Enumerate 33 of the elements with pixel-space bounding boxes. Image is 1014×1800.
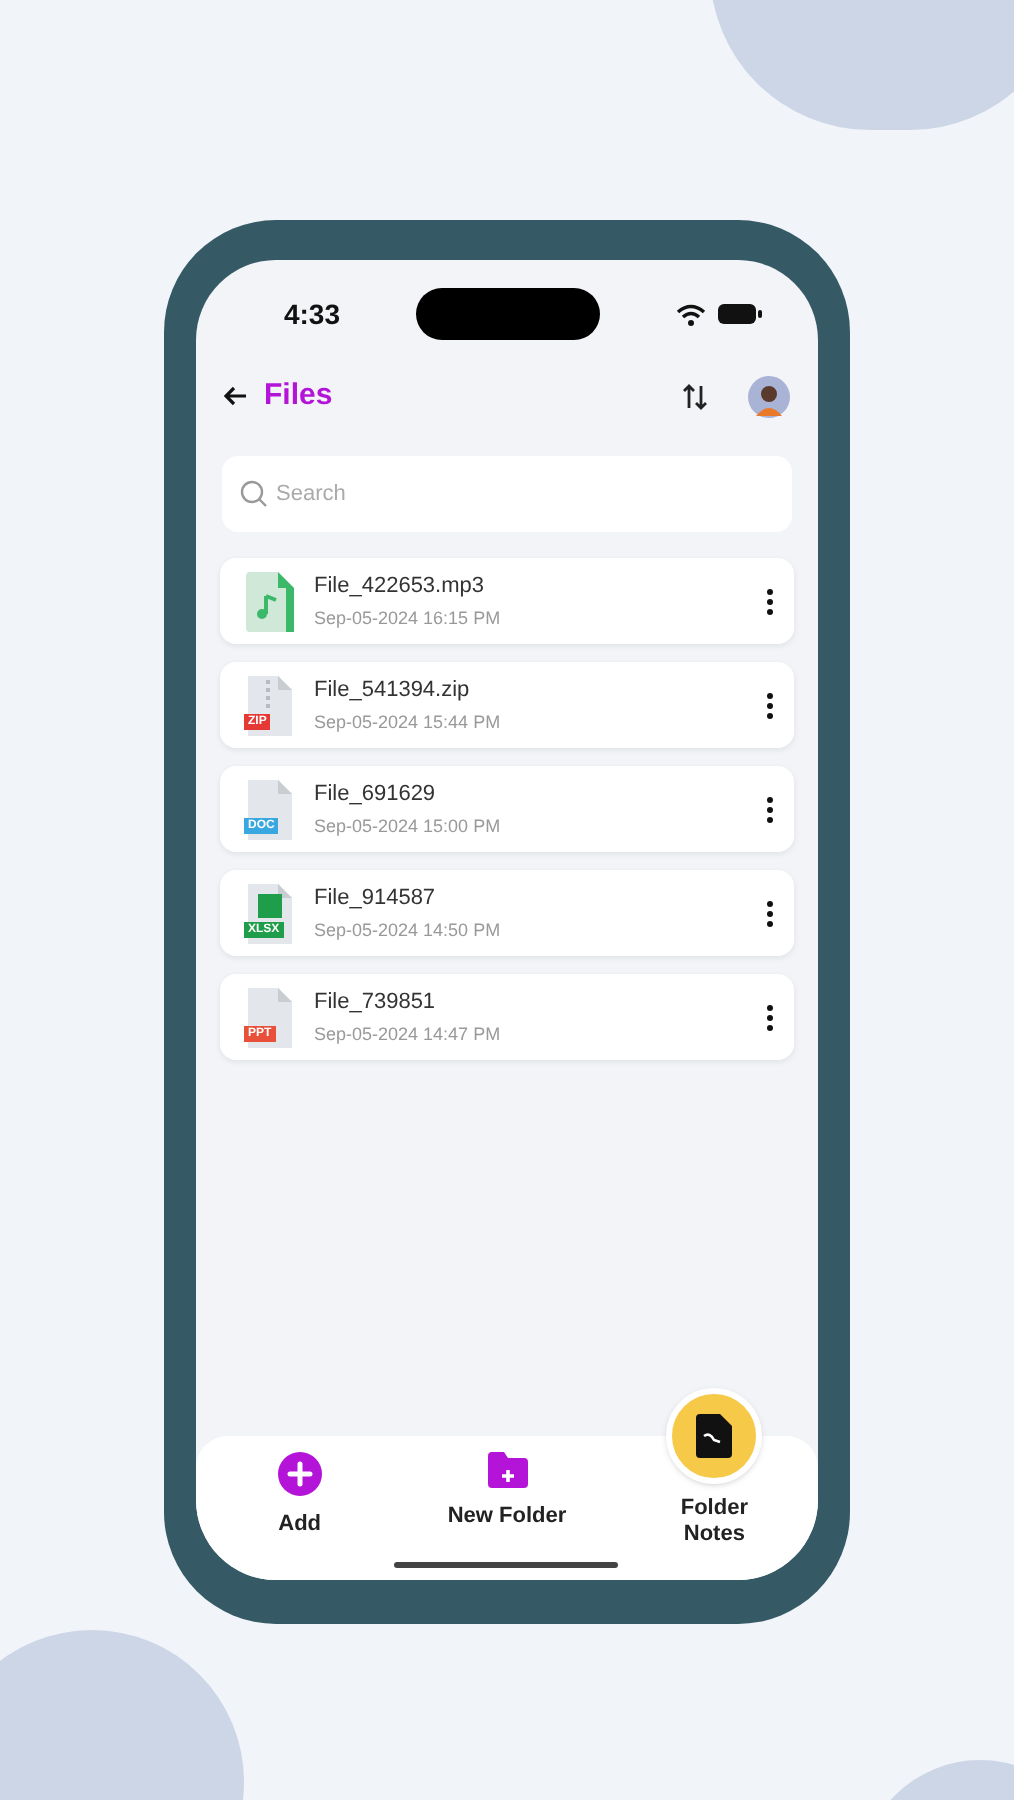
- more-icon[interactable]: [766, 795, 774, 823]
- more-icon[interactable]: [766, 1003, 774, 1031]
- file-date: Sep-05-2024 15:00 PM: [314, 814, 503, 838]
- plus-icon: [277, 1452, 322, 1496]
- search-icon: [240, 480, 268, 508]
- bottom-bar-button[interactable]: New Folder: [403, 1452, 611, 1530]
- status-time: 4:33: [281, 295, 343, 333]
- file-name: File_541394.zip: [314, 676, 472, 704]
- file-name: File_739851: [314, 988, 438, 1016]
- file-date: Sep-05-2024 14:50 PM: [314, 918, 503, 942]
- file-date: Sep-05-2024 14:47 PM: [314, 1022, 503, 1046]
- file-name: File_691629: [314, 780, 438, 808]
- folder-plus-icon: [487, 1452, 527, 1488]
- avatar[interactable]: [748, 375, 790, 417]
- file-row[interactable]: File_422653.mp3 Sep-05-2024 16:15 PM: [220, 558, 794, 644]
- bottom-bar-button[interactable]: Add: [196, 1452, 404, 1538]
- sort-icon[interactable]: [682, 383, 708, 409]
- back-arrow-icon[interactable]: [224, 386, 248, 406]
- page-title: Files: [264, 375, 333, 416]
- wifi-icon: [676, 303, 706, 325]
- file-name: File_422653.mp3: [314, 572, 487, 600]
- bottom-bar-button[interactable]: Folder Notes: [610, 1388, 818, 1548]
- file-name: File_914587: [314, 884, 438, 912]
- more-icon[interactable]: [766, 587, 774, 615]
- music-file-icon: [246, 571, 294, 631]
- note-icon: [696, 1414, 733, 1458]
- search-field[interactable]: Search: [222, 456, 792, 532]
- file-date: Sep-05-2024 15:44 PM: [314, 710, 503, 734]
- more-icon[interactable]: [766, 899, 774, 927]
- file-icon: [248, 675, 292, 735]
- battery-icon: [718, 304, 762, 324]
- file-date: Sep-05-2024 16:15 PM: [314, 606, 503, 630]
- more-icon[interactable]: [766, 691, 774, 719]
